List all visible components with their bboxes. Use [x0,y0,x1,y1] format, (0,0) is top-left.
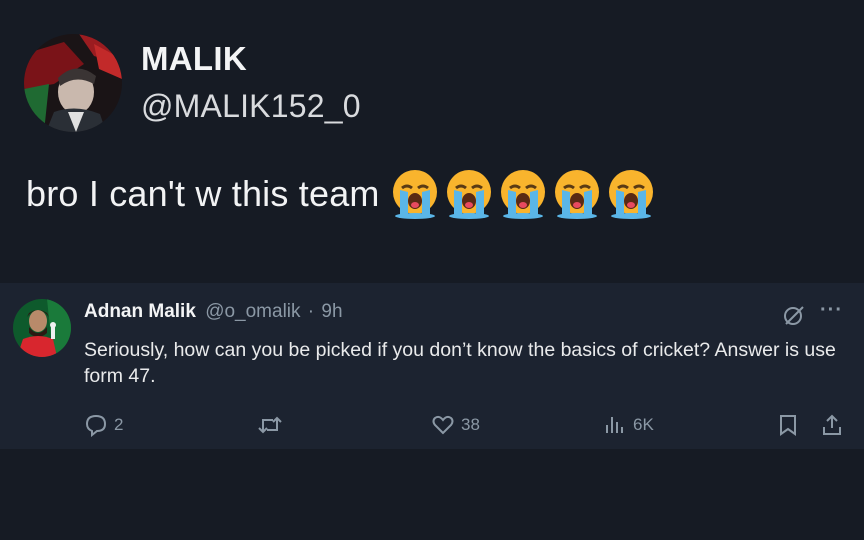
analytics-icon [606,417,623,433]
reply-button[interactable]: 2 [84,411,123,439]
bookmark-button[interactable] [777,411,799,439]
reply-text: Seriously, how can you be picked if you … [84,339,836,387]
like-button[interactable]: 38 [431,411,480,439]
reply-author-name[interactable]: Adnan Malik [84,301,196,322]
reply-action-bar: 2 38 6K [0,411,864,439]
loudly-crying-face-icon [500,170,545,219]
bookmark-icon [780,415,796,436]
reply-post[interactable]: Adnan Malik @o_omalik · 9h ··· Seriously… [0,283,864,449]
heart-icon [432,415,454,435]
emoji-group [388,168,658,220]
reply-header: Adnan Malik @o_omalik · 9h [84,301,343,323]
like-count: 38 [461,415,480,434]
reply-author-handle[interactable]: @o_omalik [205,301,300,322]
meta-separator: · [307,301,315,322]
post-content: bro I can't w this team [26,168,658,220]
reply-author-avatar[interactable] [13,299,71,357]
reply-count: 2 [114,415,124,434]
loudly-crying-face-icon [392,170,437,219]
post-text: bro I can't w this team [26,173,380,214]
author-avatar[interactable] [24,34,122,132]
loudly-crying-face-icon [608,170,653,219]
view-count: 6K [633,415,654,434]
author-display-name[interactable]: MALIK [141,40,247,78]
repost-button[interactable] [257,411,289,439]
grok-icon[interactable] [782,303,806,327]
reply-icon [85,414,107,437]
empty-area [0,449,864,540]
main-post: MALIK @MALIK152_0 bro I can't w this tea… [0,0,864,283]
views-button[interactable]: 6K [603,411,654,439]
share-icon [823,414,841,435]
loudly-crying-face-icon [446,170,491,219]
author-handle[interactable]: @MALIK152_0 [141,88,361,125]
more-options-icon[interactable]: ··· [820,299,843,322]
repost-icon [258,416,282,434]
share-button[interactable] [820,411,844,439]
loudly-crying-face-icon [554,170,599,219]
reply-timestamp[interactable]: 9h [321,301,342,322]
